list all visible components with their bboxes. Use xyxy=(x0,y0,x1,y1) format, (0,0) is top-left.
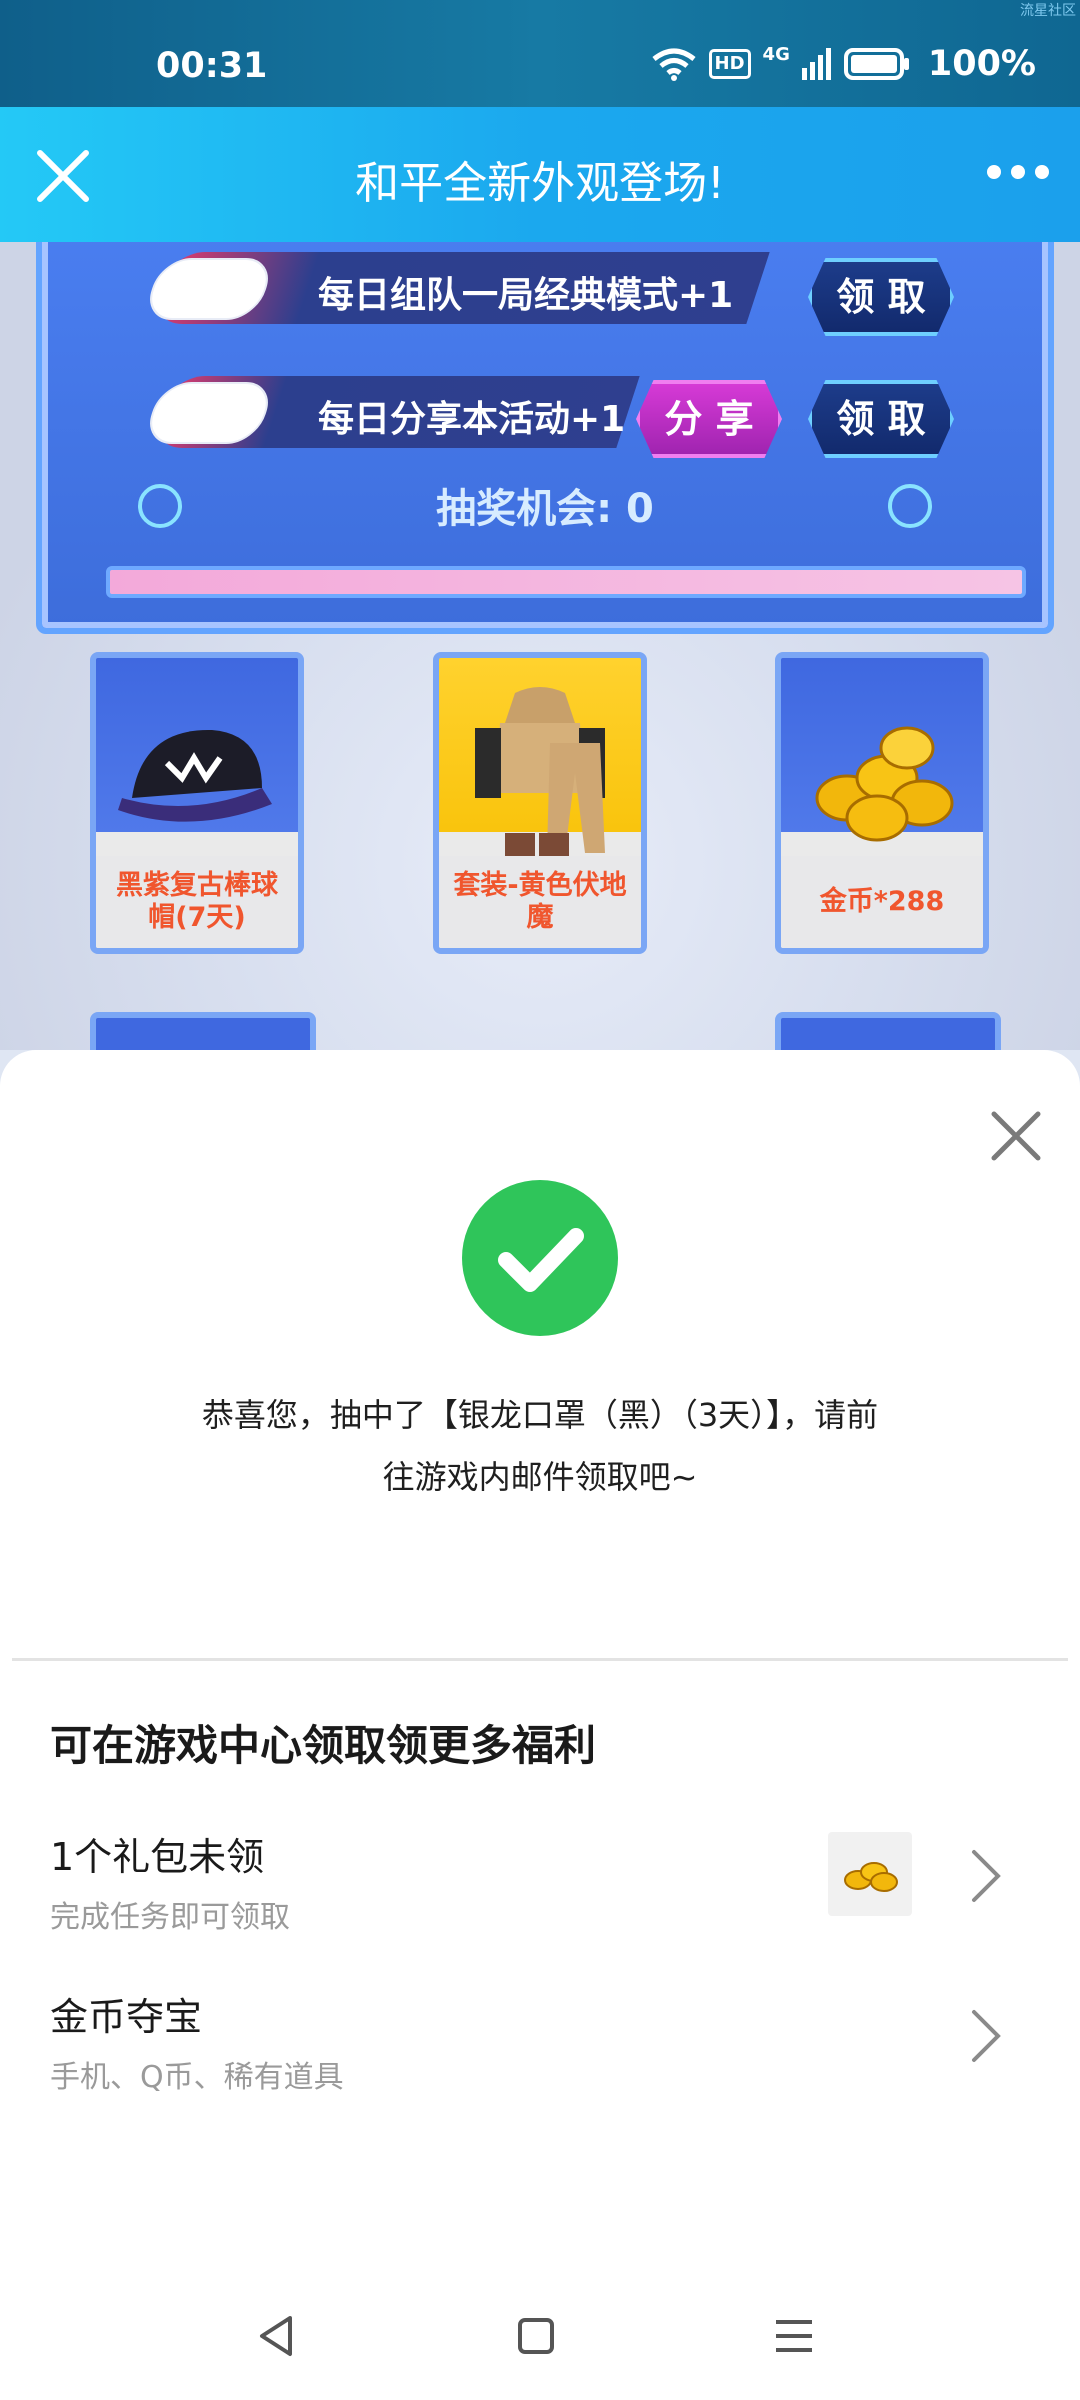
back-triangle-icon[interactable] xyxy=(248,2306,308,2366)
check-circle-icon xyxy=(462,1180,618,1336)
hd-badge: HD xyxy=(708,49,751,79)
draw-chances-label: 抽奖机会: xyxy=(436,486,613,532)
prize-card-partial xyxy=(90,1012,316,1050)
list-item-coin-treasure[interactable]: 金币夺宝 手机、Q币、稀有道具 xyxy=(0,1986,1080,2136)
app-header: 和平全新外观登场! xyxy=(0,107,1080,242)
success-message-line1: 恭喜您，抽中了【银龙口罩（黑）（3天）】，请前 xyxy=(201,1396,879,1434)
prize-label: 金币*288 xyxy=(781,856,983,948)
battery-icon xyxy=(843,48,909,80)
status-time: 00:31 xyxy=(156,46,268,86)
prize-card-partial xyxy=(775,1012,1001,1050)
menu-lines-icon[interactable] xyxy=(764,2306,824,2366)
list-item-gift-pack[interactable]: 1个礼包未领 完成任务即可领取 xyxy=(0,1826,1080,1976)
prize-card[interactable]: 黑紫复古棒球帽(7天) xyxy=(90,652,304,954)
row-title: 1个礼包未领 xyxy=(50,1835,265,1879)
success-message-line2: 往游戏内邮件领取吧~ xyxy=(382,1458,698,1496)
game-banner: 每日组队一局经典模式+1 领 取 每日分享本活动+1 分 享 领 取 抽奖机会:… xyxy=(0,242,1080,1050)
gold-coins-icon xyxy=(828,1832,912,1916)
prize-label: 套装-黄色伏地魔 xyxy=(439,856,641,948)
panel-bottom-bar xyxy=(106,566,1026,598)
home-square-icon[interactable] xyxy=(506,2306,566,2366)
row-subtitle: 手机、Q币、稀有道具 xyxy=(50,2060,344,2095)
close-icon[interactable] xyxy=(988,1108,1044,1164)
status-bar: 流星社区 00:31 HD 4G 100% xyxy=(0,0,1080,107)
system-nav-bar xyxy=(0,2290,1080,2380)
gold-coins-icon xyxy=(781,678,983,878)
wifi-icon xyxy=(651,48,696,81)
prize-card[interactable]: 套装-黄色伏地魔 xyxy=(433,652,647,954)
baseball-cap-icon xyxy=(96,678,298,878)
row-subtitle: 完成任务即可领取 xyxy=(50,1900,290,1935)
chevron-right-icon xyxy=(972,2010,1001,2062)
section-title: 可在游戏中心领取领更多福利 xyxy=(50,1721,597,1770)
status-icons: HD 4G 100% xyxy=(651,44,1036,84)
success-message: 恭喜您，抽中了【银龙口罩（黑）（3天）】，请前 往游戏内邮件领取吧~ xyxy=(160,1384,920,1508)
task-label: 每日组队一局经典模式+1 xyxy=(318,275,734,316)
outfit-icon xyxy=(439,678,641,878)
prize-card[interactable]: 金币*288 xyxy=(775,652,989,954)
signal-icon xyxy=(801,48,831,80)
claim-button-share[interactable]: 领 取 xyxy=(808,380,954,458)
draw-chances-value: 0 xyxy=(626,486,654,532)
task-panel: 每日组队一局经典模式+1 领 取 每日分享本活动+1 分 享 领 取 抽奖机会:… xyxy=(36,242,1054,634)
result-sheet: 恭喜您，抽中了【银龙口罩（黑）（3天）】，请前 往游戏内邮件领取吧~ 可在游戏中… xyxy=(0,1050,1080,2400)
divider xyxy=(12,1658,1068,1661)
status-watermark: 流星社区 xyxy=(1020,3,1076,19)
claim-button-team[interactable]: 领 取 xyxy=(808,258,954,336)
page-title: 和平全新外观登场! xyxy=(355,158,725,209)
network-type: 4G xyxy=(762,43,790,65)
battery-percent: 100% xyxy=(927,44,1036,84)
task-label: 每日分享本活动+1 xyxy=(318,399,626,440)
draw-chances: 抽奖机会: 0 xyxy=(42,476,1048,534)
more-dots-icon[interactable] xyxy=(986,157,1050,187)
row-title: 金币夺宝 xyxy=(50,1995,203,2039)
chevron-right-icon xyxy=(972,1850,1001,1902)
prize-label: 黑紫复古棒球帽(7天) xyxy=(96,856,298,948)
share-button[interactable]: 分 享 xyxy=(636,380,782,458)
